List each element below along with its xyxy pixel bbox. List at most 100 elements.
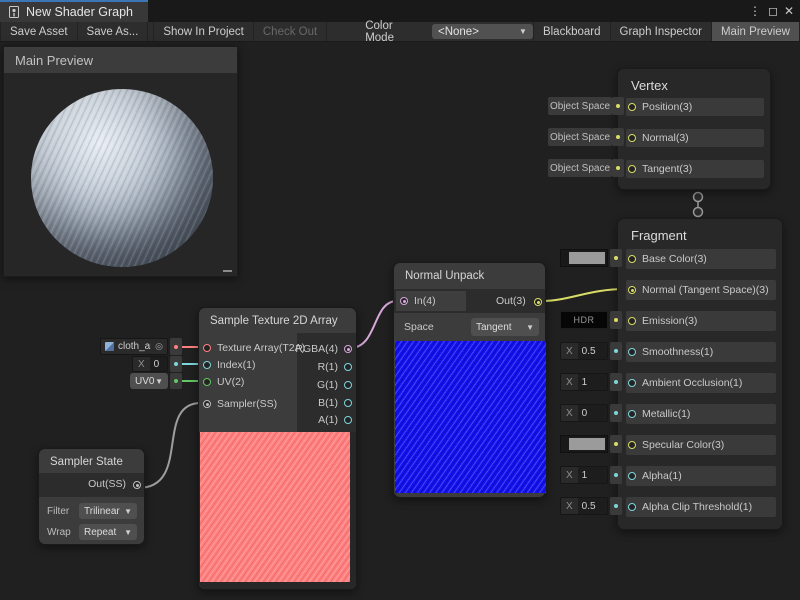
graph-canvas[interactable]: Main Preview Vertex Position(3) Normal(3… bbox=[0, 42, 800, 600]
save-as-button[interactable]: Save As... bbox=[78, 22, 149, 41]
base-color-port[interactable] bbox=[628, 255, 636, 263]
space-dropdown[interactable]: Tangent ▼ bbox=[471, 318, 539, 336]
uv-stub bbox=[170, 373, 182, 389]
fragment-slot-smoothness: Smoothness(1) bbox=[626, 342, 776, 362]
ambient-occlusion-port[interactable] bbox=[628, 379, 636, 387]
metallic-field[interactable]: X 0 bbox=[560, 404, 608, 422]
sample-input-texture-array: Texture Array(T2A) bbox=[203, 340, 305, 356]
filter-dropdown[interactable]: Trilinear ▼ bbox=[79, 503, 137, 519]
chevron-down-icon: ▼ bbox=[124, 507, 132, 516]
sample-preview-section bbox=[199, 432, 356, 589]
wrap-row: Wrap Repeat ▼ bbox=[47, 523, 137, 541]
smoothness-port[interactable] bbox=[628, 348, 636, 356]
main-preview-toggle-button[interactable]: Main Preview bbox=[712, 22, 800, 41]
index-port[interactable] bbox=[203, 361, 211, 369]
main-preview-title: Main Preview bbox=[15, 53, 93, 68]
toolbar: Save Asset Save As... Show In Project Ch… bbox=[0, 22, 800, 42]
texture-array-object-field[interactable]: cloth_array ◎ bbox=[100, 338, 168, 355]
uv-channel-dropdown[interactable]: UV0 ▼ bbox=[130, 373, 168, 389]
blackboard-toggle-button[interactable]: Blackboard bbox=[533, 22, 611, 41]
alpha-clip-port[interactable] bbox=[628, 503, 636, 511]
emission-hdr-swatch[interactable]: HDR bbox=[560, 311, 608, 329]
specular-color-port[interactable] bbox=[628, 441, 636, 449]
sampler-state-title: Sampler State bbox=[39, 449, 144, 475]
close-icon[interactable]: ✕ bbox=[780, 0, 798, 22]
out-port[interactable] bbox=[534, 298, 542, 306]
ambient-occlusion-stub bbox=[610, 373, 622, 391]
graph-inspector-toggle-button[interactable]: Graph Inspector bbox=[611, 22, 712, 41]
filter-row: Filter Trilinear ▼ bbox=[47, 502, 137, 520]
save-asset-button[interactable]: Save Asset bbox=[0, 22, 78, 41]
alpha-field[interactable]: X 1 bbox=[560, 466, 608, 484]
sample-input-index: Index(1) bbox=[203, 357, 256, 373]
sampler-state-node[interactable]: Sampler State Out(SS) Filter Trilinear ▼… bbox=[38, 448, 145, 545]
wrap-dropdown[interactable]: Repeat ▼ bbox=[79, 524, 137, 540]
color-mode-value: <None> bbox=[438, 26, 479, 38]
fragment-slot-base-color: Base Color(3) bbox=[626, 249, 776, 269]
b-port[interactable] bbox=[344, 399, 352, 407]
g-port[interactable] bbox=[344, 381, 352, 389]
sampler-port[interactable] bbox=[203, 400, 211, 408]
base-color-swatch[interactable] bbox=[560, 249, 608, 267]
tangent-space-selector[interactable]: Object Space bbox=[548, 159, 612, 177]
in-port[interactable] bbox=[400, 297, 408, 305]
sample-texture-2d-array-node[interactable]: Sample Texture 2D Array Texture Array(T2… bbox=[198, 307, 357, 590]
shader-graph-window: New Shader Graph ⋮ ◻ ✕ Save Asset Save A… bbox=[0, 0, 800, 600]
resize-handle[interactable] bbox=[223, 270, 232, 272]
index-field[interactable]: X 0 bbox=[132, 356, 168, 372]
chevron-down-icon: ▼ bbox=[519, 27, 527, 36]
vertex-node-title: Vertex bbox=[618, 69, 770, 93]
specular-color-stub bbox=[610, 435, 622, 453]
base-color-stub bbox=[610, 249, 622, 267]
unpack-space-row: Space Tangent ▼ bbox=[394, 316, 545, 338]
metallic-stub bbox=[610, 404, 622, 422]
metallic-port[interactable] bbox=[628, 410, 636, 418]
rgba-port[interactable] bbox=[344, 345, 352, 353]
normal-port[interactable] bbox=[628, 134, 636, 142]
smoothness-field[interactable]: X 0.5 bbox=[560, 342, 608, 360]
fragment-slot-metallic: Metallic(1) bbox=[626, 404, 776, 424]
alpha-clip-field[interactable]: X 0.5 bbox=[560, 497, 608, 515]
color-mode-label: Color Mode bbox=[357, 22, 432, 41]
position-space-stub bbox=[612, 97, 624, 115]
position-space-selector[interactable]: Object Space bbox=[548, 97, 612, 115]
uv-port[interactable] bbox=[203, 378, 211, 386]
position-port[interactable] bbox=[628, 103, 636, 111]
check-out-button: Check Out bbox=[254, 22, 327, 41]
a-port[interactable] bbox=[344, 416, 352, 424]
normal-unpack-node[interactable]: Normal Unpack In(4) Out(3) Space Tangent… bbox=[393, 262, 546, 498]
sample-output-r: R(1) bbox=[318, 359, 352, 375]
fragment-slot-emission: Emission(3) bbox=[626, 311, 776, 331]
preview-sphere[interactable] bbox=[31, 89, 213, 267]
normal-space-selector[interactable]: Object Space bbox=[548, 128, 612, 146]
normal-map-preview bbox=[395, 341, 546, 493]
normal-tangent-port[interactable] bbox=[628, 286, 636, 294]
out-ss-port[interactable] bbox=[133, 481, 141, 489]
show-in-project-button[interactable]: Show In Project bbox=[153, 22, 254, 41]
ambient-occlusion-field[interactable]: X 1 bbox=[560, 373, 608, 391]
smoothness-stub bbox=[610, 342, 622, 360]
r-port[interactable] bbox=[344, 363, 352, 371]
specular-color-swatch[interactable] bbox=[560, 435, 608, 453]
alpha-port[interactable] bbox=[628, 472, 636, 480]
vertex-slot-tangent: Tangent(3) bbox=[626, 160, 764, 178]
chevron-down-icon: ▼ bbox=[526, 323, 534, 332]
fragment-node-title: Fragment bbox=[618, 219, 782, 243]
sample-input-sampler: Sampler(SS) bbox=[203, 396, 277, 412]
emission-port[interactable] bbox=[628, 317, 636, 325]
main-preview-header[interactable]: Main Preview bbox=[4, 47, 237, 73]
texture-array-port[interactable] bbox=[203, 344, 211, 352]
tab-title: New Shader Graph bbox=[26, 5, 133, 19]
kebab-menu-icon[interactable]: ⋮ bbox=[746, 0, 764, 22]
tab-new-shader-graph[interactable]: New Shader Graph bbox=[0, 0, 148, 22]
object-picker-icon[interactable]: ◎ bbox=[155, 342, 163, 351]
sample-node-title: Sample Texture 2D Array bbox=[199, 308, 356, 334]
tangent-space-stub bbox=[612, 159, 624, 177]
vertex-node[interactable]: Vertex Position(3) Normal(3) Tangent(3) bbox=[617, 68, 771, 190]
fragment-slot-specular-color: Specular Color(3) bbox=[626, 435, 776, 455]
tangent-port[interactable] bbox=[628, 165, 636, 173]
color-mode-dropdown[interactable]: <None> ▼ bbox=[432, 24, 533, 39]
vertex-slot-position: Position(3) bbox=[626, 98, 764, 116]
alpha-clip-stub bbox=[610, 497, 622, 515]
fragment-node[interactable]: Fragment Base Color(3) Normal (Tangent S… bbox=[617, 218, 783, 530]
